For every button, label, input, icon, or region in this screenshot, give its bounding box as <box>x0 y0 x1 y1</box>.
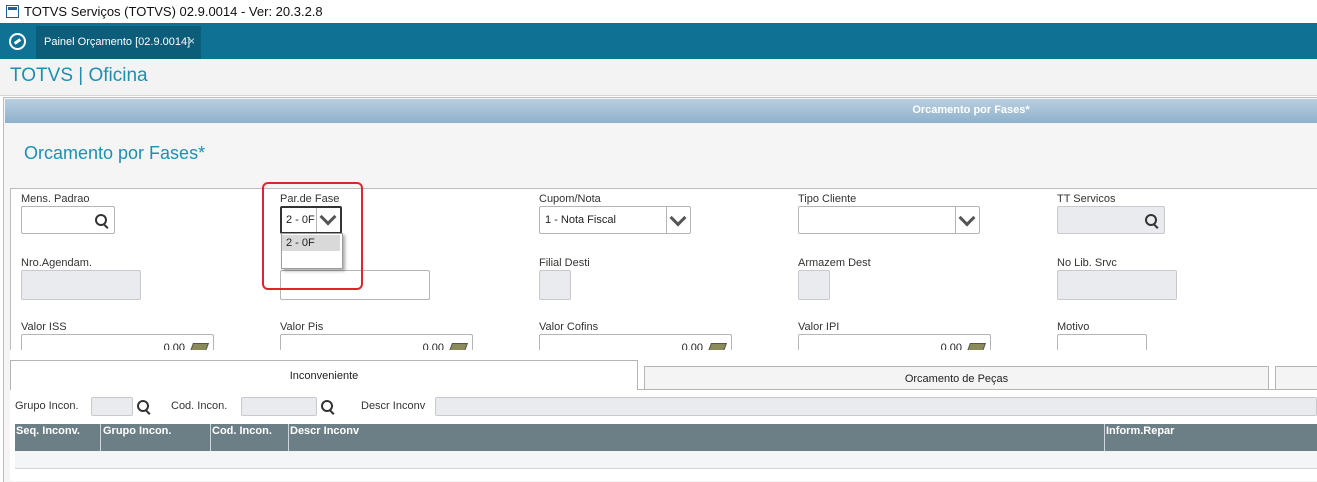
tipo-cliente-label: Tipo Cliente <box>798 193 857 205</box>
descr-inconv-filter-label: Descr Inconv <box>361 400 426 412</box>
tab-inconveniente[interactable]: Inconveniente <box>10 360 638 390</box>
panel-bar-title: Orcamento por Fases* <box>912 104 1030 116</box>
no-lib-srvc-label: No Lib. Srvc <box>1057 257 1117 269</box>
search-icon[interactable] <box>321 400 333 412</box>
app-tab-bar: Painel Orçamento [02.9.0014] × <box>0 23 1317 59</box>
module-brand: TOTVS | Oficina <box>10 65 148 86</box>
valor-cofins-label: Valor Cofins <box>539 321 599 333</box>
cupom-nota-label: Cupom/Nota <box>539 193 601 205</box>
tipo-cliente-select[interactable] <box>798 206 980 234</box>
valor-iss-input[interactable]: 0,00 <box>21 334 214 351</box>
cod-incon-filter-input[interactable] <box>241 397 317 416</box>
col-grupo-incon[interactable]: Grupo Incon. <box>103 425 171 437</box>
valor-pis-input[interactable]: 0,00 <box>280 334 473 351</box>
tab-more[interactable] <box>1275 366 1317 390</box>
col-seq-inconv[interactable]: Seq. Inconv. <box>16 425 80 437</box>
table-row[interactable] <box>15 451 1317 469</box>
filial-desti-label: Filial Desti <box>539 257 590 269</box>
motivo-input[interactable] <box>1057 334 1147 351</box>
par-fase-dropdown-list: 2 - 0F <box>281 233 343 269</box>
search-icon[interactable] <box>137 400 149 412</box>
totvs-logo-icon[interactable] <box>9 33 26 50</box>
nro-agendam-label: Nro.Agendam. <box>21 257 92 269</box>
filial-desti-input[interactable] <box>539 270 571 300</box>
tt-servicos-input[interactable] <box>1057 206 1165 234</box>
descr-inconv-filter-input[interactable] <box>435 397 1317 416</box>
mens-padrao-input[interactable] <box>21 206 115 234</box>
valor-ipi-input[interactable]: 0,00 <box>798 334 991 351</box>
valor-iss-label: Valor ISS <box>21 321 67 333</box>
app-window-icon <box>6 5 19 18</box>
motivo-label: Motivo <box>1057 321 1090 333</box>
chevron-down-icon[interactable] <box>955 207 979 233</box>
form-title: Orcamento por Fases* <box>24 143 206 163</box>
tab-painel-orcamento[interactable]: Painel Orçamento [02.9.0014] × <box>36 26 201 59</box>
tt-servicos-label: TT Servicos <box>1057 193 1116 205</box>
nro-agendam-input[interactable] <box>21 270 141 300</box>
dropdown-option[interactable]: 2 - 0F <box>282 235 340 251</box>
window-title: TOTVS Serviços (TOTVS) 02.9.0014 - Ver: … <box>24 4 323 19</box>
search-icon[interactable] <box>95 214 107 226</box>
window-title-bar: TOTVS Serviços (TOTVS) 02.9.0014 - Ver: … <box>0 0 1317 23</box>
grupo-incon-filter-label: Grupo Incon. <box>15 400 79 412</box>
armazem-dest-label: Armazem Dest <box>798 257 871 269</box>
search-icon[interactable] <box>1145 214 1157 226</box>
tab-close-icon[interactable]: × <box>188 34 195 48</box>
tab-orcamento-pecas[interactable]: Orcamento de Peças <box>644 366 1269 390</box>
valor-pis-label: Valor Pis <box>280 321 324 333</box>
no-lib-srvc-input[interactable] <box>1057 270 1177 300</box>
cod-incon-filter-label: Cod. Incon. <box>171 400 228 412</box>
module-header: TOTVS | Oficina <box>0 59 1317 96</box>
col-cod-incon[interactable]: Cod. Incon. <box>212 425 272 437</box>
tab-label: Painel Orçamento [02.9.0014] <box>44 36 191 48</box>
panel-title-bar: Orcamento por Fases* <box>5 99 1317 123</box>
armazem-dest-input[interactable] <box>798 270 830 300</box>
mens-padrao-label: Mens. Padrao <box>21 193 90 205</box>
col-descr-inconv[interactable]: Descr Inconv <box>290 425 359 437</box>
chevron-down-icon[interactable] <box>666 207 690 233</box>
valor-cofins-input[interactable]: 0,00 <box>539 334 732 351</box>
fields-area: Mens. Padrao Par.de Fase 2 - 0F Cupom/No… <box>10 188 1317 352</box>
valor-ipi-label: Valor IPI <box>798 321 840 333</box>
grupo-incon-filter-input[interactable] <box>91 397 133 416</box>
cupom-nota-select[interactable]: 1 - Nota Fiscal <box>539 206 691 234</box>
col-inform-repar[interactable]: Inform.Repar <box>1106 425 1174 437</box>
